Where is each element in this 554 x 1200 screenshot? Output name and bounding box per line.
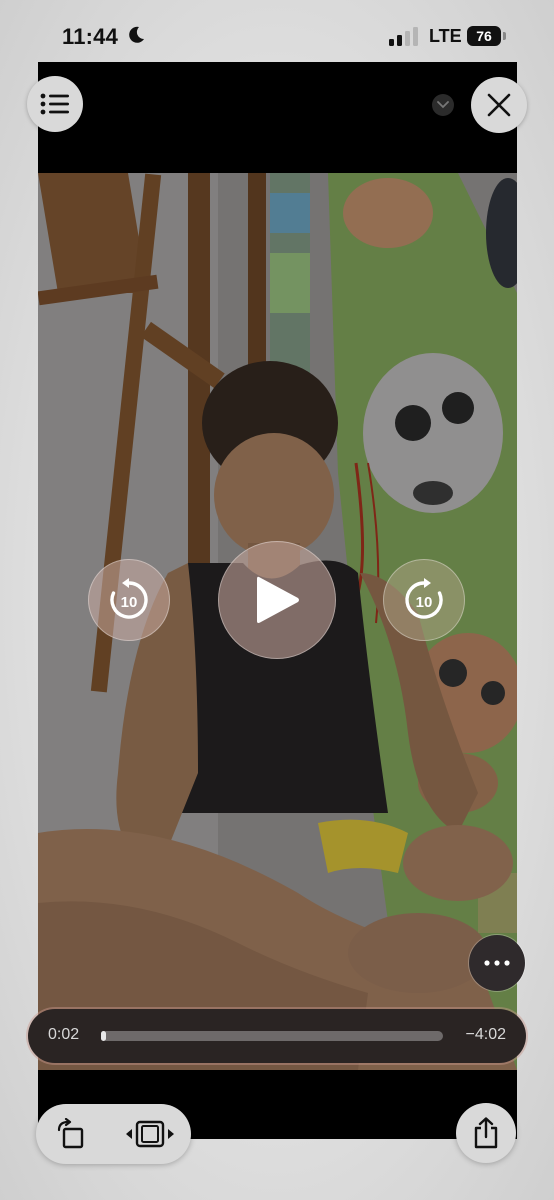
progress-track[interactable] <box>101 1031 443 1041</box>
skip-back-10-icon: 10 <box>110 578 148 619</box>
list-icon <box>40 93 69 115</box>
status-time: 11:44 <box>62 24 119 49</box>
playlist-button[interactable] <box>27 76 83 132</box>
close-icon <box>487 93 511 117</box>
collapse-button[interactable] <box>432 94 454 116</box>
more-options-button[interactable] <box>469 935 525 991</box>
battery-level: 76 <box>476 28 492 44</box>
network-label: LTE <box>429 26 462 46</box>
progress-fill <box>101 1031 107 1041</box>
rotate-button[interactable] <box>48 1112 94 1156</box>
bottom-left-controls <box>36 1104 191 1164</box>
elapsed-time: 0:02 <box>48 1026 80 1043</box>
chevron-down-icon <box>437 101 449 109</box>
play-button[interactable] <box>218 541 336 659</box>
ellipsis-icon <box>484 960 510 966</box>
battery-icon: 76 <box>467 26 507 46</box>
aspect-fit-icon <box>126 1120 174 1148</box>
aspect-fit-button[interactable] <box>122 1112 178 1156</box>
skip-forward-10-icon: 10 <box>405 578 443 619</box>
moon-icon <box>129 26 144 43</box>
skip-back-seconds: 10 <box>121 594 138 611</box>
signal-icon <box>389 27 418 46</box>
share-button[interactable] <box>456 1103 516 1163</box>
play-icon <box>257 576 299 623</box>
skip-forward-seconds: 10 <box>416 594 433 611</box>
rotate-icon <box>57 1118 84 1149</box>
close-button[interactable] <box>471 77 527 133</box>
skip-back-button[interactable]: 10 <box>88 559 170 641</box>
playback-scrubber[interactable]: 0:02 −4:02 <box>28 1009 526 1063</box>
remaining-time: −4:02 <box>465 1026 506 1043</box>
share-icon <box>474 1117 498 1149</box>
skip-forward-button[interactable]: 10 <box>383 559 465 641</box>
